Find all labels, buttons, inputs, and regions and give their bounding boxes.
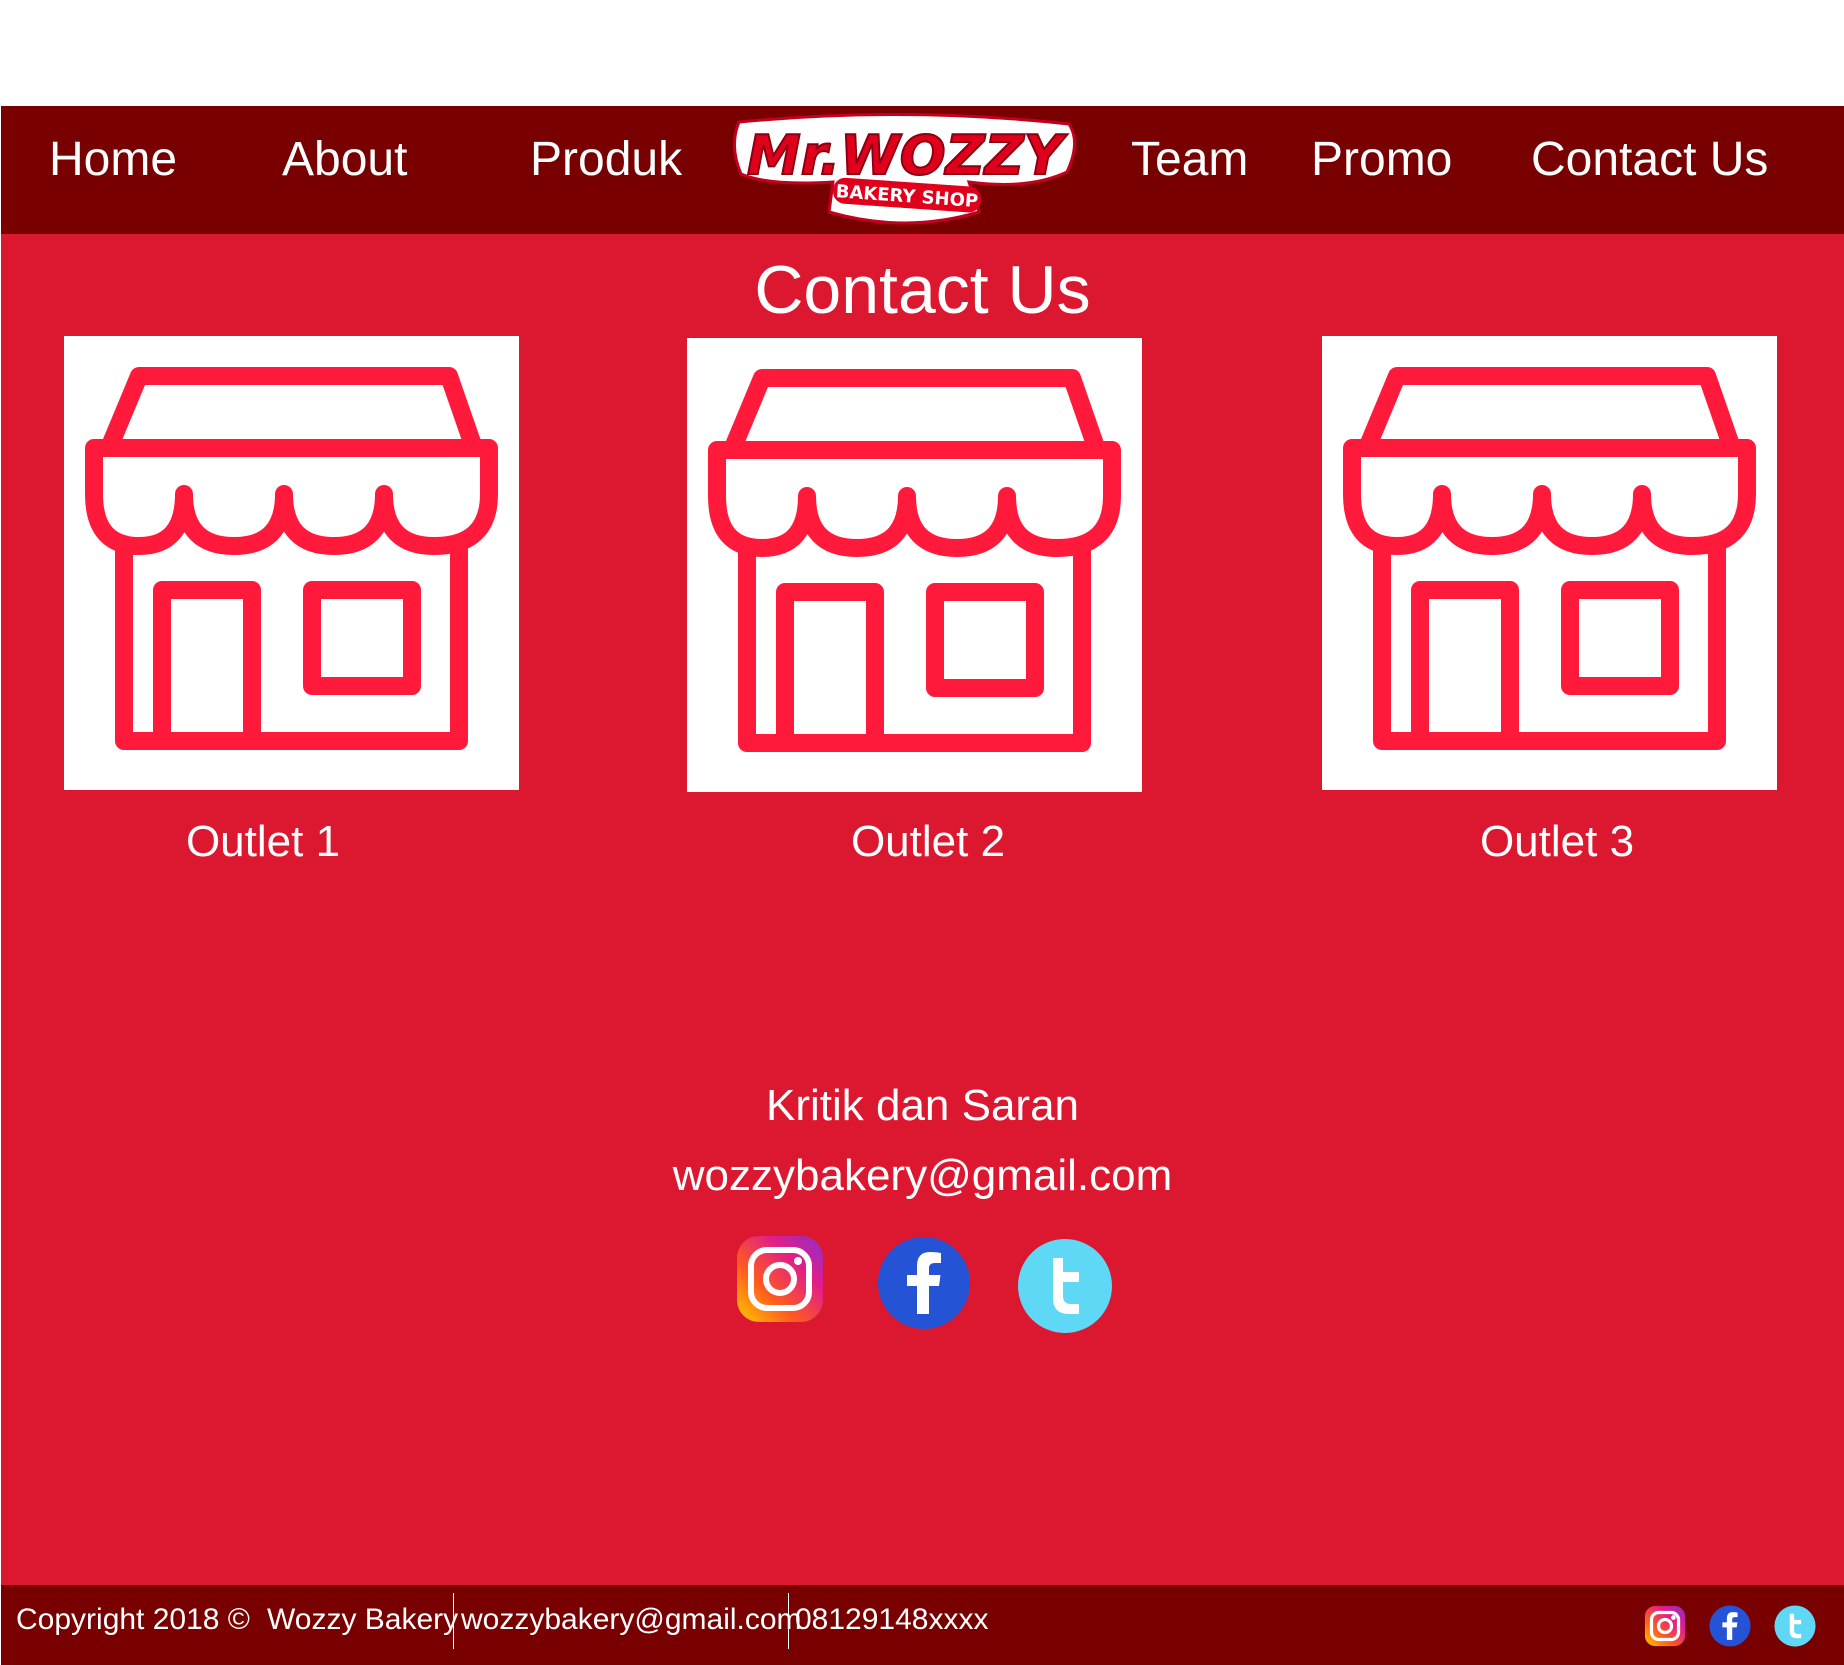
store-icon [85, 367, 498, 750]
outlet-label-3: Outlet 3 [1479, 817, 1635, 866]
store-icon [708, 369, 1121, 752]
contact-section: Contact Us Outlet 1 Outlet 2 Outlet 3 Kr… [1, 234, 1844, 1585]
feedback-email-link[interactable]: wozzybakery@gmail.com [1, 1154, 1844, 1198]
nav-produk[interactable]: Produk [530, 136, 682, 184]
footer: Copyright 2018 © Wozzy Bakery wozzybaker… [1, 1585, 1844, 1665]
logo-text: Mr.WOZZY [747, 124, 1068, 187]
footer-company: Wozzy Bakery [267, 1603, 459, 1636]
facebook-icon[interactable] [877, 1236, 971, 1330]
store-icon [1343, 367, 1756, 750]
footer-divider [788, 1593, 789, 1649]
outlet-card-1[interactable] [64, 336, 519, 790]
outlet-label-2: Outlet 2 [850, 817, 1006, 866]
mr-wozzy-logo[interactable]: Mr.WOZZY BAKERY SHOP [729, 112, 1081, 232]
outlet-card-3[interactable] [1322, 336, 1777, 790]
footer-divider [453, 1593, 454, 1649]
footer-phone: 08129148xxxx [795, 1603, 989, 1636]
nav-about[interactable]: About [282, 136, 407, 184]
nav-promo[interactable]: Promo [1311, 136, 1452, 184]
nav-contact-us[interactable]: Contact Us [1531, 136, 1768, 184]
footer-email[interactable]: wozzybakery@gmail.com [461, 1605, 802, 1635]
outlet-card-2[interactable] [687, 338, 1142, 792]
outlet-label-1: Outlet 1 [185, 817, 341, 866]
instagram-icon[interactable] [1644, 1605, 1686, 1647]
twitter-icon[interactable] [1017, 1238, 1113, 1334]
nav-home[interactable]: Home [49, 136, 177, 184]
facebook-icon[interactable] [1709, 1605, 1751, 1647]
nav-team[interactable]: Team [1131, 136, 1248, 184]
navbar: Home About Produk Mr.WOZZY BAKERY SHOP T… [1, 106, 1844, 234]
instagram-icon[interactable] [735, 1234, 825, 1324]
footer-copyright: Copyright 2018 © [16, 1603, 250, 1636]
page-title: Contact Us [754, 252, 1091, 328]
twitter-icon[interactable] [1774, 1605, 1816, 1647]
feedback-title: Kritik dan Saran [765, 1081, 1080, 1130]
